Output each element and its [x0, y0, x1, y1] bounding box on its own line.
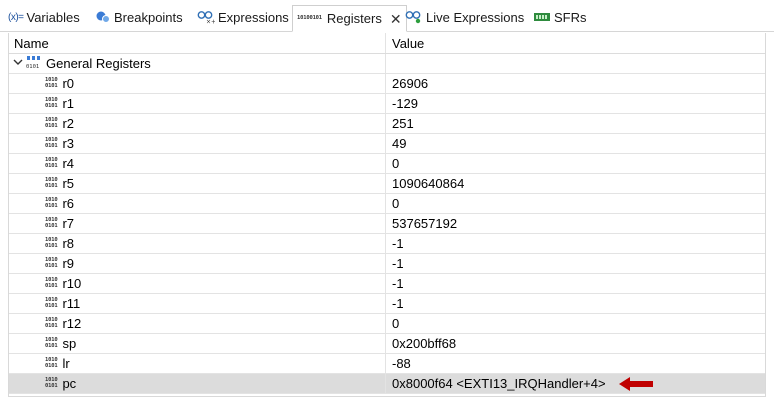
tab-sfrs[interactable]: SFRs: [533, 6, 587, 28]
register-icon: 1010 0101: [45, 217, 58, 229]
register-value[interactable]: 251: [392, 116, 414, 131]
register-icon: 1010 0101: [45, 237, 58, 249]
tab-label: SFRs: [554, 9, 587, 25]
table-row[interactable]: 1010 0101 r1 -129: [9, 94, 765, 114]
variables-icon: (x)=: [8, 11, 24, 23]
table-row[interactable]: 1010 0101 lr -88: [9, 354, 765, 374]
svg-text:×+: ×+: [206, 19, 215, 25]
table-row[interactable]: 1010 0101 r3 49: [9, 134, 765, 154]
table-row[interactable]: 1010 0101 r6 0: [9, 194, 765, 214]
table-row[interactable]: 1010 0101 r8 -1: [9, 234, 765, 254]
register-value[interactable]: 26906: [392, 76, 428, 91]
tab-breakpoints[interactable]: Breakpoints: [95, 6, 183, 28]
breakpoints-icon: [95, 10, 111, 24]
tab-label: Registers: [326, 11, 382, 26]
register-group-icon: 0101: [26, 55, 42, 72]
column-header-value[interactable]: Value: [386, 33, 765, 53]
register-icon: 1010 0101: [45, 377, 58, 389]
register-name: r11: [62, 296, 81, 311]
group-label: General Registers: [46, 56, 151, 71]
view-tab-bar: (x)= Variables Breakpoints ×+ Expression…: [0, 0, 774, 32]
register-icon: 1010 0101: [45, 117, 58, 129]
table-row[interactable]: 1010 0101 r9 -1: [9, 254, 765, 274]
registers-table: Name Value 0101 General Registers 1010 01…: [8, 33, 766, 397]
register-name: r7: [62, 216, 75, 231]
tab-live-expressions[interactable]: Live Expressions: [405, 6, 524, 28]
close-icon[interactable]: ✕: [390, 12, 402, 26]
register-value[interactable]: 0: [392, 196, 399, 211]
table-header: Name Value: [9, 33, 765, 54]
table-row[interactable]: 1010 0101 sp 0x200bff68: [9, 334, 765, 354]
table-row[interactable]: 1010 0101 pc 0x8000f64 <EXTI13_IRQHandler+4…: [9, 374, 765, 394]
register-icon: 1010 0101: [45, 277, 58, 289]
register-icon: 1010 0101: [45, 337, 58, 349]
register-name: r8: [62, 236, 75, 251]
register-value[interactable]: 0x8000f64 <EXTI13_IRQHandler+4>: [392, 376, 606, 391]
register-icon: 1010 0101: [45, 357, 58, 369]
live-expressions-icon: [405, 10, 423, 24]
tab-label: Variables: [26, 9, 80, 25]
column-header-name[interactable]: Name: [9, 33, 386, 53]
tab-variables[interactable]: (x)= Variables: [8, 6, 80, 28]
register-value[interactable]: -1: [392, 236, 404, 251]
group-row-general-registers[interactable]: 0101 General Registers: [9, 54, 765, 74]
table-row[interactable]: 1010 0101 r12 0: [9, 314, 765, 334]
register-name: r3: [62, 136, 75, 151]
register-value[interactable]: -1: [392, 296, 404, 311]
table-row[interactable]: 1010 0101 r2 251: [9, 114, 765, 134]
table-row[interactable]: 1010 0101 r0 26906: [9, 74, 765, 94]
register-name: r6: [62, 196, 75, 211]
register-name: r2: [62, 116, 75, 131]
tab-label: Expressions: [218, 9, 289, 25]
register-value[interactable]: -129: [392, 96, 418, 111]
register-value[interactable]: 0x200bff68: [392, 336, 456, 351]
register-value[interactable]: 0: [392, 316, 399, 331]
register-name: r10: [62, 276, 82, 291]
register-icon: 1010 0101: [45, 97, 58, 109]
register-name: r9: [62, 256, 75, 271]
expressions-icon: ×+: [197, 10, 215, 24]
register-icon: 1010 0101: [45, 137, 58, 149]
register-icon: 1010 0101: [45, 77, 58, 89]
register-icon: 1010 0101: [45, 257, 58, 269]
register-icon: 1010 0101: [45, 197, 58, 209]
register-icon: 1010 0101: [45, 157, 58, 169]
table-row[interactable]: 1010 0101 r7 537657192: [9, 214, 765, 234]
tab-label: Breakpoints: [114, 9, 183, 25]
register-value[interactable]: 49: [392, 136, 406, 151]
register-name: sp: [62, 336, 77, 351]
register-value[interactable]: 537657192: [392, 216, 457, 231]
register-icon: 1010 0101: [45, 317, 58, 329]
table-row[interactable]: 1010 0101 r10 -1: [9, 274, 765, 294]
tab-registers[interactable]: 1010 0101 Registers ✕: [292, 5, 407, 32]
register-name: r4: [62, 156, 75, 171]
register-value[interactable]: 0: [392, 156, 399, 171]
register-value[interactable]: -1: [392, 256, 404, 271]
pointer-arrow-icon: [619, 377, 653, 391]
register-value[interactable]: -88: [392, 356, 411, 371]
table-row[interactable]: 1010 0101 r4 0: [9, 154, 765, 174]
tab-label: Live Expressions: [426, 9, 525, 25]
register-name: r5: [62, 176, 75, 191]
table-row[interactable]: 1010 0101 r5 1090640864: [9, 174, 765, 194]
register-icon: 1010 0101: [45, 177, 58, 189]
tab-expressions[interactable]: ×+ Expressions: [197, 6, 289, 28]
register-name: r0: [62, 76, 75, 91]
registers-icon: 1010 0101: [297, 14, 322, 21]
register-name: r1: [62, 96, 75, 111]
chevron-down-icon[interactable]: [12, 58, 24, 69]
sfrs-icon: [533, 11, 551, 23]
table-row[interactable]: 1010 0101 r11 -1: [9, 294, 765, 314]
register-icon: 1010 0101: [45, 297, 58, 309]
register-name: lr: [62, 356, 70, 371]
svg-text:0101: 0101: [26, 64, 39, 69]
register-value[interactable]: 1090640864: [392, 176, 464, 191]
register-name: pc: [62, 376, 77, 391]
register-value[interactable]: -1: [392, 276, 404, 291]
register-name: r12: [62, 316, 82, 331]
